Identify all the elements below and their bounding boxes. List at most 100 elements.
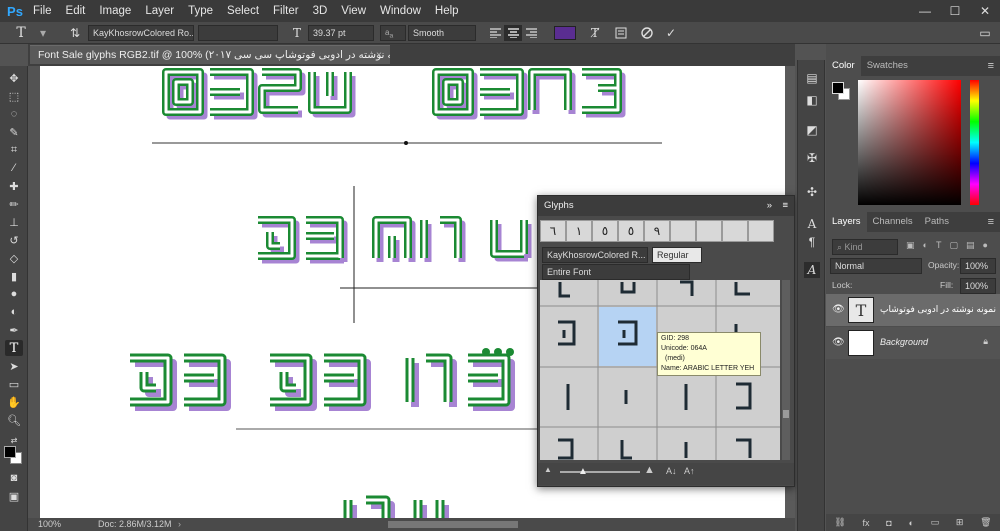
zoom-tool-icon[interactable]: 🔍︎ <box>5 412 23 428</box>
document-tab[interactable]: Font Sale glyphs RGB2.tif @ 100% (نمونه … <box>30 45 390 64</box>
tab-color[interactable]: Color <box>826 56 861 76</box>
color-picker-field[interactable] <box>858 80 961 205</box>
brush-tool-icon[interactable]: ✏ <box>5 196 23 212</box>
layer-mask-icon[interactable]: ◘ <box>886 518 891 528</box>
new-group-icon[interactable]: ▭ <box>931 517 940 528</box>
adjustments-panel-icon[interactable]: ◧ <box>804 92 820 108</box>
eyedropper-tool-icon[interactable]: ⁄ <box>5 160 23 176</box>
foreground-color-chip[interactable] <box>832 82 844 94</box>
character-panel-icon[interactable] <box>612 25 630 41</box>
collapse-panel-icon[interactable]: » <box>767 196 772 216</box>
menu-filter[interactable]: Filter <box>266 0 306 22</box>
layer-style-icon[interactable]: fx <box>863 518 870 528</box>
brush-settings-panel-icon[interactable]: ✣ <box>804 184 820 200</box>
new-layer-icon[interactable]: ⊞ <box>956 517 964 528</box>
tab-paths[interactable]: Paths <box>919 212 955 232</box>
pen-tool-icon[interactable]: ✒ <box>5 322 23 338</box>
menu-select[interactable]: Select <box>220 0 266 22</box>
panel-menu-icon[interactable]: ≡ <box>988 56 994 76</box>
text-color-swatch[interactable] <box>554 25 576 40</box>
panel-menu-icon[interactable]: ≡ <box>988 212 994 232</box>
visibility-eye-icon[interactable]: 👁︎ <box>832 304 845 315</box>
recent-glyph[interactable]: ٦ <box>540 220 566 242</box>
adjustment-layer-icon[interactable]: ◐ <box>908 518 913 528</box>
align-right-icon[interactable] <box>522 25 540 41</box>
clone-stamp-tool-icon[interactable]: ⊥ <box>5 214 23 230</box>
glyph-scroll-thumb[interactable] <box>783 410 789 418</box>
panel-menu-icon[interactable]: ≡ <box>782 196 788 216</box>
filter-smart-object-icon[interactable]: ▤ <box>966 240 975 254</box>
actions-panel-icon[interactable]: ✠ <box>804 150 820 166</box>
menu-window[interactable]: Window <box>373 0 428 22</box>
crop-tool-icon[interactable]: ⌗ <box>5 142 23 158</box>
path-selection-tool-icon[interactable]: ➤ <box>5 358 23 374</box>
selected-glyph-cell[interactable] <box>599 307 656 366</box>
layer-name[interactable]: Background <box>880 337 928 347</box>
character-panel-icon[interactable]: A <box>804 216 820 232</box>
opacity-field[interactable]: 100% <box>960 258 996 274</box>
minimize-button[interactable]: — <box>910 0 940 22</box>
menu-type[interactable]: Type <box>181 0 220 22</box>
recent-glyph-empty[interactable] <box>722 220 748 242</box>
blur-tool-icon[interactable]: ● <box>5 286 23 302</box>
libraries-panel-icon[interactable]: ◩ <box>804 122 820 138</box>
maximize-button[interactable]: ☐ <box>940 0 970 22</box>
hue-slider[interactable] <box>970 80 979 205</box>
menu-help[interactable]: Help <box>428 0 466 22</box>
lasso-tool-icon[interactable]: ◌ <box>5 106 23 122</box>
recent-glyph-empty[interactable] <box>670 220 696 242</box>
visibility-eye-icon[interactable]: 👁︎ <box>832 337 845 348</box>
delete-layer-icon[interactable]: 🗑︎ <box>980 517 991 528</box>
eraser-tool-icon[interactable]: ◇ <box>5 250 23 266</box>
cancel-icon[interactable] <box>638 25 656 41</box>
antialias-select[interactable]: Smooth <box>408 24 476 41</box>
gradient-tool-icon[interactable]: ▮ <box>5 268 23 284</box>
recent-glyph-empty[interactable] <box>696 220 722 242</box>
link-layers-icon[interactable]: ⛓ <box>834 517 845 528</box>
close-tab-icon[interactable]: × <box>376 46 382 64</box>
recent-glyph-empty[interactable] <box>748 220 774 242</box>
glyph-size-slider-thumb[interactable]: ▲ <box>578 466 588 477</box>
glyph-font-select[interactable]: KayKhosrowColored R... <box>542 247 648 263</box>
zoom-level[interactable]: 100% <box>38 518 61 531</box>
recent-glyph[interactable]: ١ <box>566 220 592 242</box>
glyph-grid-scrollbar[interactable] <box>782 280 790 460</box>
font-size-field[interactable]: 39.37 pt <box>308 24 374 41</box>
type-tool-icon[interactable]: T <box>5 340 23 356</box>
filter-shape-icon[interactable]: ▢ <box>949 240 958 254</box>
status-menu-arrow[interactable]: › <box>178 518 181 531</box>
warp-text-icon[interactable]: Ⱦ <box>586 25 604 41</box>
move-tool-icon[interactable]: ✥ <box>5 70 23 86</box>
horizontal-scroll-thumb[interactable] <box>388 521 518 528</box>
font-style-select[interactable] <box>198 24 278 41</box>
close-button[interactable]: ✕ <box>970 0 1000 22</box>
recent-glyph[interactable]: ٥ <box>592 220 618 242</box>
toggle-orientation-icon[interactable]: ⇅ <box>66 25 84 41</box>
recent-glyph[interactable]: ٥ <box>618 220 644 242</box>
menu-view[interactable]: View <box>334 0 373 22</box>
fill-field[interactable]: 100% <box>960 278 996 294</box>
layer-name[interactable]: نمونه نوشته در ادوبی فوتوشاپ <box>880 304 998 315</box>
type-tool-preset-icon[interactable]: T <box>12 25 30 41</box>
healing-brush-tool-icon[interactable]: ✚ <box>5 178 23 194</box>
layer-row-background[interactable]: 👁︎ Background 🔒︎ <box>826 327 1000 359</box>
filter-type-icon[interactable]: T <box>936 240 942 254</box>
glyph-size-slider[interactable] <box>560 471 640 473</box>
menu-image[interactable]: Image <box>92 0 138 22</box>
menu-layer[interactable]: Layer <box>138 0 181 22</box>
paragraph-panel-icon[interactable]: ¶ <box>804 234 820 250</box>
menu-edit[interactable]: Edit <box>59 0 93 22</box>
chevron-down-icon[interactable]: ▾ <box>34 25 52 41</box>
menu-3d[interactable]: 3D <box>306 0 335 22</box>
blend-mode-select[interactable]: Normal <box>830 258 922 274</box>
commit-check-icon[interactable]: ✓ <box>662 25 680 41</box>
decrease-glyph-size-icon[interactable]: A↓ <box>666 466 677 476</box>
menu-file[interactable]: File <box>26 0 59 22</box>
hand-tool-icon[interactable]: ✋ <box>5 394 23 410</box>
recent-glyph[interactable]: ٩ <box>644 220 670 242</box>
tab-swatches[interactable]: Swatches <box>861 56 914 76</box>
document-size[interactable]: Doc: 2.86M/3.12M <box>98 518 172 531</box>
history-brush-tool-icon[interactable]: ↺ <box>5 232 23 248</box>
history-panel-icon[interactable]: ▤ <box>804 70 820 86</box>
quick-mask-icon[interactable]: ◙ <box>5 470 23 486</box>
